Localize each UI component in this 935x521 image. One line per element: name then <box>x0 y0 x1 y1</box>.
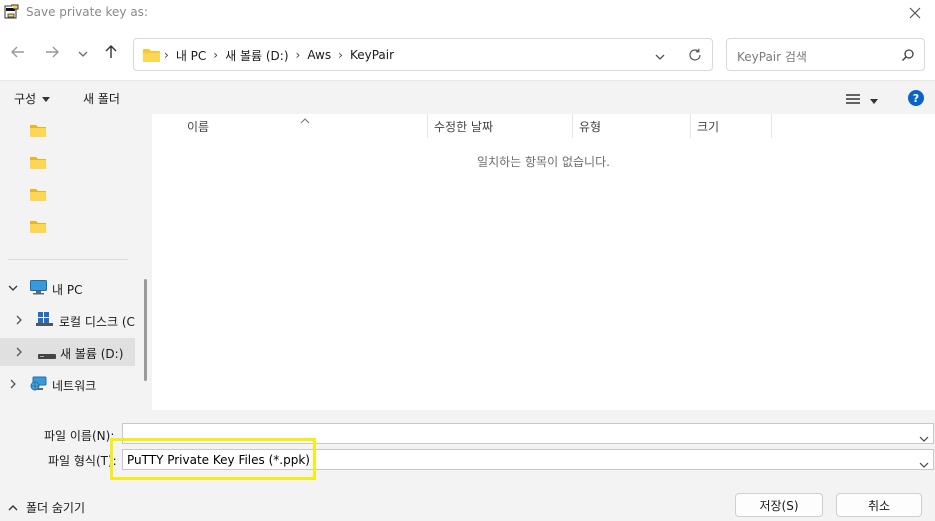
organize-label: 구성 <box>14 92 37 106</box>
save-options-panel: 파일 이름(N): 파일 형식(T): PuTTY Private Key Fi… <box>0 410 935 521</box>
highlight-annotation <box>110 438 316 480</box>
column-divider[interactable] <box>690 114 691 138</box>
up-button[interactable] <box>100 43 122 65</box>
help-button[interactable]: ? <box>908 90 924 106</box>
sort-ascending-icon <box>300 110 310 129</box>
close-icon <box>909 4 921 23</box>
sidebar-item-label: 새 볼륨 (D:) <box>60 347 124 361</box>
breadcrumb-separator: › <box>295 48 301 62</box>
column-header-label: 크기 <box>697 119 720 134</box>
hide-folders-button[interactable]: 폴더 숨기기 <box>8 499 85 516</box>
folder-icon[interactable] <box>30 122 46 141</box>
view-options-button[interactable] <box>846 90 878 109</box>
forward-arrow-icon <box>44 44 60 64</box>
filetype-label: 파일 형식(T): <box>48 454 117 468</box>
sidebar-item-label: 로컬 디스크 (C <box>59 315 135 329</box>
column-header-date-modified[interactable]: 수정한 날짜 <box>434 114 493 138</box>
column-header-label: 유형 <box>579 119 602 134</box>
title-bar: Save private key as: <box>0 0 935 26</box>
address-dropdown-icon[interactable] <box>654 48 666 67</box>
breadcrumb: › 내 PC › 새 볼륨 (D:) › Aws › KeyPair <box>164 47 394 63</box>
column-divider[interactable] <box>427 114 428 138</box>
back-arrow-icon <box>10 44 26 64</box>
nav-divider <box>8 259 128 260</box>
new-folder-label: 새 폴더 <box>83 92 120 106</box>
sidebar-item-network[interactable]: 네트워크 <box>0 370 135 398</box>
file-list: 이름 수정한 날짜 유형 크기 일치하는 항목이 없습니다. <box>152 114 935 410</box>
breadcrumb-separator: › <box>164 48 169 62</box>
address-bar[interactable]: › 내 PC › 새 볼륨 (D:) › Aws › KeyPair <box>133 38 713 71</box>
search-icon <box>901 47 915 66</box>
chevron-down-icon[interactable] <box>8 282 18 296</box>
cancel-button[interactable]: 취소 <box>836 493 922 517</box>
breadcrumb-item-keypair[interactable]: KeyPair <box>350 48 394 62</box>
refresh-icon[interactable] <box>688 47 702 66</box>
column-header-type[interactable]: 유형 <box>579 114 601 138</box>
sidebar-item-volume-d[interactable]: 새 볼륨 (D:) <box>0 338 135 366</box>
window-title: Save private key as: <box>26 5 148 19</box>
sidebar-item-this-pc[interactable]: 내 PC <box>0 274 135 302</box>
search-box[interactable]: KeyPair 검색 <box>726 38 925 71</box>
sidebar-item-label: 내 PC <box>52 283 83 297</box>
breadcrumb-separator: › <box>338 48 343 62</box>
chevron-up-icon <box>8 501 18 515</box>
search-placeholder: KeyPair 검색 <box>737 50 807 64</box>
close-button[interactable] <box>895 0 935 26</box>
chevron-right-icon[interactable] <box>8 378 18 392</box>
column-divider[interactable] <box>572 114 573 138</box>
chevron-down-icon <box>77 45 89 64</box>
sidebar-item-local-disk-c[interactable]: 로컬 디스크 (C <box>0 306 135 334</box>
up-arrow-icon <box>103 44 119 64</box>
folder-icon[interactable] <box>30 218 46 237</box>
column-header-label: 수정한 날짜 <box>434 119 494 134</box>
network-icon <box>30 376 47 394</box>
organize-button[interactable]: 구성 <box>14 90 51 107</box>
hide-folders-label: 폴더 숨기기 <box>26 501 86 515</box>
sidebar-item-label: 네트워크 <box>52 379 97 393</box>
caret-down-icon <box>870 90 878 109</box>
breadcrumb-item-volume-d[interactable]: 새 볼륨 (D:) <box>225 47 288 64</box>
folder-icon <box>143 47 160 66</box>
breadcrumb-item-this-pc[interactable]: 내 PC <box>176 47 206 64</box>
save-dialog: Save private key as: › 내 PC › 새 볼륨 (D:) … <box>0 0 935 521</box>
column-header-label: 이름 <box>187 119 210 134</box>
folder-icon[interactable] <box>30 186 46 205</box>
back-button[interactable] <box>7 43 29 65</box>
windows-drive-icon <box>36 312 53 330</box>
chevron-right-icon[interactable] <box>14 314 24 328</box>
column-header-size[interactable]: 크기 <box>697 114 719 138</box>
forward-button[interactable] <box>41 43 63 65</box>
new-folder-button[interactable]: 새 폴더 <box>83 90 120 107</box>
save-button[interactable]: 저장(S) <box>735 493 823 517</box>
chevron-right-icon[interactable] <box>14 346 24 360</box>
list-view-icon <box>846 90 860 109</box>
filename-label: 파일 이름(N): <box>44 429 115 443</box>
empty-folder-message: 일치하는 항목이 없습니다. <box>477 155 610 169</box>
folder-icon[interactable] <box>30 154 46 173</box>
putty-key-icon <box>3 3 21 21</box>
column-divider[interactable] <box>771 114 772 138</box>
caret-down-icon <box>42 92 51 106</box>
nav-scrollbar[interactable] <box>144 279 147 381</box>
chevron-down-icon[interactable] <box>919 429 929 448</box>
column-header-name[interactable]: 이름 <box>187 114 209 138</box>
command-bar: 구성 새 폴더 ? <box>0 80 935 114</box>
recent-locations-button[interactable] <box>72 43 94 65</box>
computer-icon <box>30 280 47 298</box>
navigation-pane: 내 PC 로컬 디스크 (C 새 볼륨 (D:) 네트워크 <box>0 114 152 410</box>
chevron-down-icon[interactable] <box>919 455 929 474</box>
breadcrumb-item-aws[interactable]: Aws <box>307 48 331 62</box>
drive-icon <box>38 349 56 363</box>
breadcrumb-separator: › <box>213 48 219 62</box>
